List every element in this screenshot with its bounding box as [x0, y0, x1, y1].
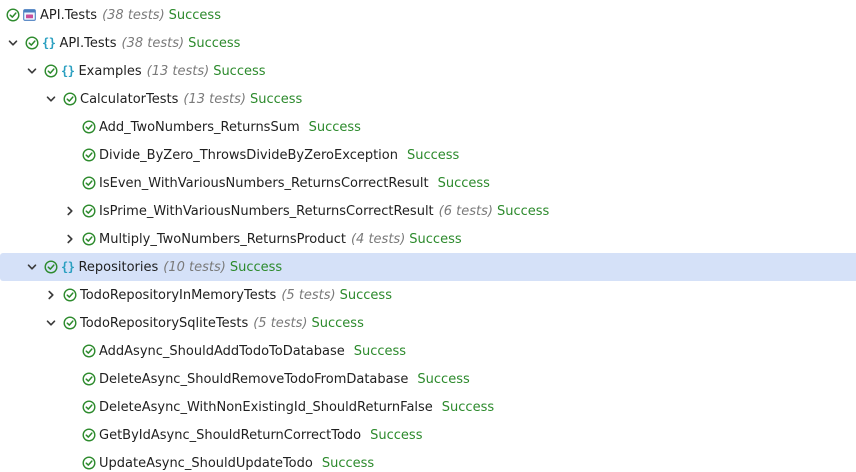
row-result: Success — [188, 35, 241, 51]
row-label: Repositories — [78, 259, 159, 275]
row-label: DeleteAsync_ShouldRemoveTodoFromDatabase — [99, 371, 409, 387]
row-result: Success — [229, 259, 283, 275]
chevron-down-icon[interactable] — [44, 92, 58, 106]
tree-row-test[interactable]: Divide_ByZero_ThrowsDivideByZeroExceptio… — [0, 141, 856, 169]
success-check-icon — [63, 316, 77, 330]
tree-row-test[interactable]: UpdateAsync_ShouldUpdateTodo Success — [0, 449, 856, 472]
row-result: Success — [308, 119, 361, 135]
success-check-icon — [82, 120, 96, 134]
chevron-right-icon[interactable] — [63, 232, 77, 246]
row-result: Success — [409, 231, 462, 247]
row-count: (6 tests) — [438, 203, 493, 219]
chevron-right-icon[interactable] — [44, 288, 58, 302]
row-result: Success — [417, 371, 470, 387]
row-result: Success — [370, 427, 423, 443]
tree-row-namespace-repositories[interactable]: {} Repositories (10 tests) Success — [0, 253, 856, 281]
row-result: Success — [437, 175, 490, 191]
tree-row-test[interactable]: DeleteAsync_ShouldRemoveTodoFromDatabase… — [0, 365, 856, 393]
row-result: Success — [441, 399, 495, 415]
row-label: API.Tests — [59, 35, 117, 51]
row-label: UpdateAsync_ShouldUpdateTodo — [99, 455, 313, 471]
success-check-icon — [6, 8, 20, 22]
tree-row-namespace-api-tests[interactable]: {} API.Tests (38 tests) Success — [0, 29, 856, 57]
success-check-icon — [63, 288, 77, 302]
row-label: TodoRepositoryInMemoryTests — [80, 287, 277, 303]
success-check-icon — [25, 36, 39, 50]
row-count: (5 tests) — [281, 287, 336, 303]
chevron-down-icon[interactable] — [25, 260, 39, 274]
row-label: DeleteAsync_WithNonExistingId_ShouldRetu… — [99, 399, 433, 415]
success-check-icon — [82, 204, 96, 218]
row-label: IsEven_WithVariousNumbers_ReturnsCorrect… — [99, 175, 429, 191]
success-check-icon — [82, 148, 96, 162]
row-result: Success — [496, 203, 550, 219]
row-result: Success — [339, 287, 392, 303]
namespace-icon: {} — [61, 64, 75, 78]
row-result: Success — [311, 315, 364, 331]
row-count: (13 tests) — [146, 63, 210, 79]
tree-row-test-group[interactable]: IsPrime_WithVariousNumbers_ReturnsCorrec… — [0, 197, 856, 225]
tree-row-test[interactable]: IsEven_WithVariousNumbers_ReturnsCorrect… — [0, 169, 856, 197]
row-result: Success — [213, 63, 266, 79]
tree-row-test[interactable]: GetByIdAsync_ShouldReturnCorrectTodo Suc… — [0, 421, 856, 449]
tree-row-test[interactable]: AddAsync_ShouldAddTodoToDatabase Success — [0, 337, 856, 365]
row-label: TodoRepositorySqliteTests — [80, 315, 249, 331]
chevron-down-icon[interactable] — [6, 36, 20, 50]
row-count: (38 tests) — [102, 7, 165, 23]
row-count: (5 tests) — [253, 315, 308, 331]
tree-row-test-group[interactable]: Multiply_TwoNumbers_ReturnsProduct (4 te… — [0, 225, 856, 253]
test-results-tree: API.Tests (38 tests) Success {} API.Test… — [0, 0, 856, 472]
success-check-icon — [82, 344, 96, 358]
success-check-icon — [44, 64, 58, 78]
success-check-icon — [82, 176, 96, 190]
row-label: GetByIdAsync_ShouldReturnCorrectTodo — [99, 427, 362, 443]
tree-row-test[interactable]: DeleteAsync_WithNonExistingId_ShouldRetu… — [0, 393, 856, 421]
row-result: Success — [168, 7, 221, 23]
success-check-icon — [82, 372, 96, 386]
row-label: Divide_ByZero_ThrowsDivideByZeroExceptio… — [99, 147, 398, 163]
row-label: Examples — [78, 63, 142, 79]
success-check-icon — [44, 260, 58, 274]
namespace-icon: {} — [61, 260, 75, 274]
row-label: IsPrime_WithVariousNumbers_ReturnsCorrec… — [99, 203, 434, 219]
row-result: Success — [353, 343, 407, 359]
row-label: CalculatorTests — [80, 91, 179, 107]
tree-row-root-project[interactable]: API.Tests (38 tests) Success — [0, 1, 856, 29]
row-label: Multiply_TwoNumbers_ReturnsProduct — [99, 231, 346, 247]
row-result: Success — [249, 91, 303, 107]
chevron-right-icon[interactable] — [63, 204, 77, 218]
row-label: Add_TwoNumbers_ReturnsSum — [99, 119, 300, 135]
success-check-icon — [82, 232, 96, 246]
row-result: Success — [321, 455, 375, 471]
row-result: Success — [407, 147, 460, 163]
project-icon — [23, 9, 36, 21]
namespace-icon: {} — [42, 36, 56, 50]
row-count: (13 tests) — [183, 91, 246, 107]
success-check-icon — [82, 456, 96, 470]
tree-row-class-calculator-tests[interactable]: CalculatorTests (13 tests) Success — [0, 85, 856, 113]
chevron-down-icon[interactable] — [25, 64, 39, 78]
row-label: AddAsync_ShouldAddTodoToDatabase — [99, 343, 345, 359]
tree-row-class-inmemory-tests[interactable]: TodoRepositoryInMemoryTests (5 tests) Su… — [0, 281, 856, 309]
row-count: (38 tests) — [121, 35, 185, 51]
chevron-down-icon[interactable] — [44, 316, 58, 330]
tree-row-namespace-examples[interactable]: {} Examples (13 tests) Success — [0, 57, 856, 85]
success-check-icon — [63, 92, 77, 106]
row-label: API.Tests — [40, 7, 98, 23]
tree-row-test[interactable]: Add_TwoNumbers_ReturnsSum Success — [0, 113, 856, 141]
row-count: (4 tests) — [350, 231, 406, 247]
success-check-icon — [82, 428, 96, 442]
success-check-icon — [82, 400, 96, 414]
tree-row-class-sqlite-tests[interactable]: TodoRepositorySqliteTests (5 tests) Succ… — [0, 309, 856, 337]
row-count: (10 tests) — [163, 259, 226, 275]
